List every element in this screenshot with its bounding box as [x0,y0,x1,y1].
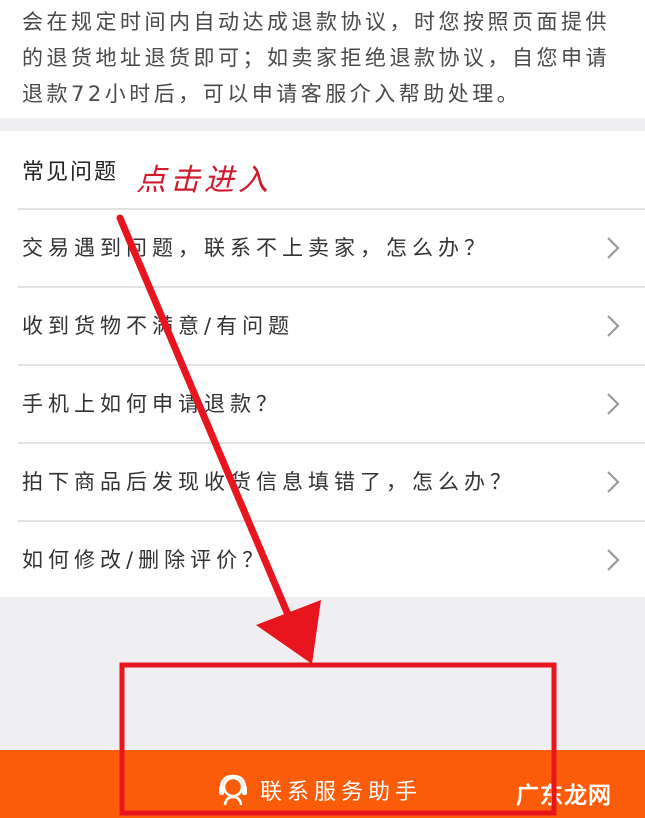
faq-item-label: 如何修改/删除评价？ [22,548,269,572]
faq-item-mobile-refund[interactable]: 手机上如何申请退款？ [0,366,645,442]
faq-item-wrong-address[interactable]: 拍下商品后发现收货信息填错了，怎么办？ [0,444,645,520]
chevron-right-icon [607,237,620,259]
intro-line-2: 的退货地址退货即可；如卖家拒绝退款协议，自您申请 [22,46,610,70]
intro-line-1: 会在规定时间内自动达成退款协议，时您按照页面提供 [22,10,610,34]
watermark: 广东龙网 [516,783,612,809]
contact-assistant-button[interactable]: 联系服务助手 [216,770,422,810]
annotation-arrowhead [256,600,321,664]
chevron-right-icon [607,393,620,415]
intro-section: 会在规定时间内自动达成退款协议，时您按照页面提供 的退货地址退货即可；如卖家拒绝… [0,0,645,118]
chevron-right-icon [607,471,620,493]
chevron-right-icon [607,315,620,337]
faq-item-label: 收到货物不满意/有问题 [22,314,295,338]
contact-assistant-label: 联系服务助手 [260,780,423,805]
annotation-click-enter: 点击进入 [136,163,272,198]
faq-item-label: 拍下商品后发现收货信息填错了，怎么办？ [22,470,516,494]
faq-item-label: 交易遇到问题，联系不上卖家，怎么办？ [22,236,490,260]
faq-item-label: 手机上如何申请退款？ [22,392,282,416]
intro-line-3: 退款72小时后，可以申请客服介入帮助处理。 [22,82,522,106]
chevron-right-icon [607,549,620,571]
faq-item-contact-seller[interactable]: 交易遇到问题，联系不上卖家，怎么办？ [0,210,645,286]
faq-item-unsatisfied-goods[interactable]: 收到货物不满意/有问题 [0,288,645,364]
faq-title: 常见问题 [22,160,119,185]
faq-item-edit-review[interactable]: 如何修改/删除评价？ [0,522,645,598]
customer-service-icon [219,774,247,806]
